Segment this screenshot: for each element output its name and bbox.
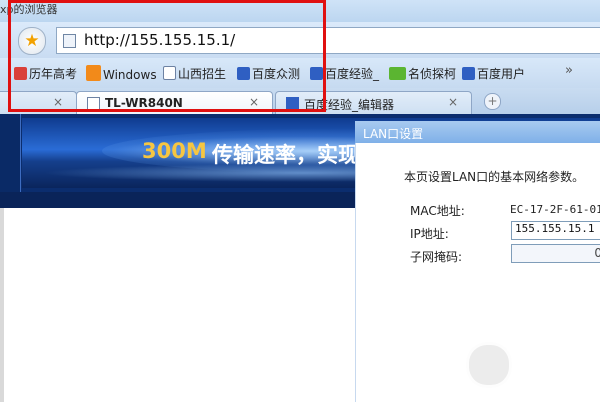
mac-label: MAC地址: [410, 204, 465, 218]
router-logo-icon [466, 342, 512, 388]
banner-left-strip [0, 114, 21, 192]
banner-speed: 300M [142, 139, 207, 163]
panel-header: LAN口设置 [355, 121, 600, 143]
more-bookmarks-chevron-icon[interactable]: » [565, 63, 573, 78]
bookmark-label: 百度用户 [477, 67, 526, 81]
bookmark-label: 百度经验_ [325, 67, 380, 81]
red-highlight-box [8, 0, 326, 112]
watermark: 路由器 luyouqi.com [466, 336, 594, 398]
ip-address-input[interactable]: 155.155.15.1 [511, 221, 600, 240]
panel-title: LAN口设置 [363, 127, 424, 141]
panel-description: 本页设置LAN口的基本网络参数。 [404, 170, 585, 184]
subnet-mask-label: 子网掩码: [410, 250, 463, 264]
bookmark-6[interactable]: 名侦探柯 [389, 65, 456, 82]
bookmark-7[interactable]: 百度用户 [462, 65, 525, 82]
subnet-mask-select[interactable]: 0 [511, 244, 600, 263]
watermark-text: 路由器 [514, 344, 575, 366]
baidu-paw-icon [462, 67, 475, 80]
mac-value: EC-17-2F-61-01- [510, 203, 600, 216]
left-menu-edge [0, 208, 4, 402]
close-icon[interactable]: × [448, 95, 458, 109]
iqiyi-icon [389, 67, 406, 80]
bookmark-label: 名侦探柯 [408, 67, 457, 81]
ip-label: IP地址: [410, 227, 449, 241]
subnet-mask-value: 0 [594, 246, 600, 260]
new-tab-plus-icon[interactable]: + [484, 93, 501, 110]
watermark-url: luyouqi.com [514, 369, 582, 382]
